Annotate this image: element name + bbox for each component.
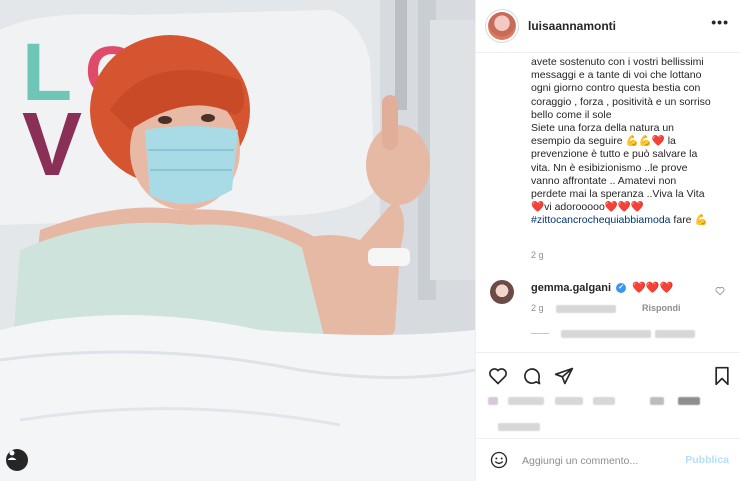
emoji-icon[interactable] bbox=[490, 451, 508, 469]
heart-icon[interactable] bbox=[488, 366, 508, 386]
comment-timestamp: 2 g bbox=[531, 303, 544, 313]
bookmark-icon[interactable] bbox=[713, 366, 733, 386]
redacted-liker-name bbox=[508, 396, 545, 405]
redacted-likes-text bbox=[554, 396, 583, 405]
post-photo[interactable]: L O V bbox=[0, 0, 475, 481]
author-avatar[interactable] bbox=[488, 12, 516, 40]
comment-input[interactable] bbox=[520, 449, 674, 473]
redacted-likes-text-2 bbox=[593, 396, 616, 405]
post-caption: avete sostenuto con i vostri bellissimi … bbox=[531, 56, 731, 228]
redacted-replies-label bbox=[561, 329, 651, 338]
heart-outline-icon[interactable] bbox=[715, 286, 725, 299]
publish-button[interactable]: Pubblica bbox=[685, 454, 729, 466]
reply-button[interactable]: Rispondi bbox=[642, 303, 681, 313]
comment-icon[interactable] bbox=[522, 366, 542, 386]
commenter-username[interactable]: gemma.galgani bbox=[531, 282, 611, 294]
more-options-icon[interactable]: ••• bbox=[711, 14, 729, 30]
redacted-likes bbox=[556, 304, 617, 313]
comment-row: gemma.galgani ✓ ❤️❤️❤️ bbox=[531, 281, 673, 294]
redacted-liker-avatar bbox=[488, 396, 498, 405]
redacted-replies-count bbox=[655, 329, 695, 338]
comment-text: ❤️❤️❤️ bbox=[632, 282, 674, 294]
action-bar bbox=[476, 352, 740, 397]
user-tag-icon[interactable] bbox=[6, 449, 28, 471]
share-icon[interactable] bbox=[554, 366, 574, 386]
caption-hashtag-suffix: fare 💪 bbox=[670, 214, 708, 227]
caption-timestamp: 2 g bbox=[531, 250, 544, 260]
verified-badge-icon: ✓ bbox=[616, 283, 627, 294]
svg-text:V: V bbox=[22, 95, 82, 195]
post-date bbox=[498, 418, 540, 436]
caption-hashtag[interactable]: #zittocancrochequiabbiamoda bbox=[531, 214, 671, 226]
comment-meta: 2 g bbox=[531, 303, 617, 313]
redacted-likes-count bbox=[649, 396, 664, 405]
commenter-avatar[interactable] bbox=[490, 280, 514, 304]
likes-summary[interactable] bbox=[488, 392, 701, 405]
author-username[interactable]: luisaannamonti bbox=[528, 19, 616, 33]
view-replies[interactable] bbox=[531, 328, 695, 338]
photo-illustration: L O V bbox=[0, 0, 475, 481]
caption-text: avete sostenuto con i vostri bellissimi … bbox=[531, 56, 711, 214]
redacted-date bbox=[498, 422, 540, 431]
post-sidebar: luisaannamonti ••• avete sostenuto con i… bbox=[475, 0, 740, 481]
add-comment-bar: Pubblica bbox=[476, 438, 740, 482]
post-header: luisaannamonti ••• bbox=[476, 0, 740, 53]
redacted-likes-count-2 bbox=[678, 396, 701, 405]
